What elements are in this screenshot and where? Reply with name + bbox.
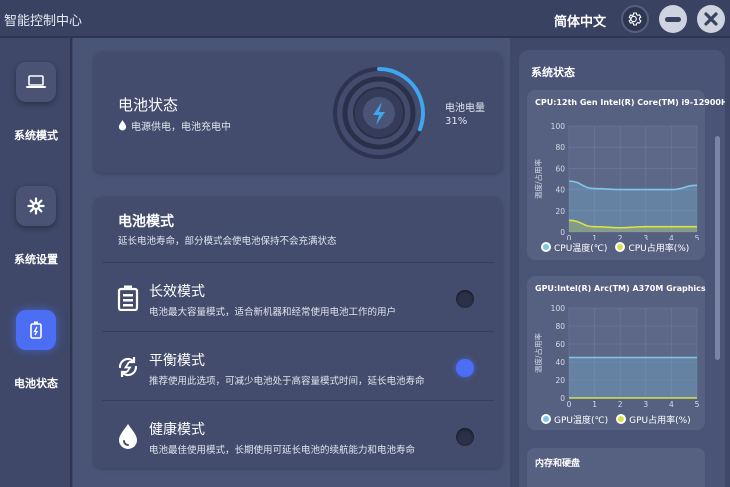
battery-icon <box>30 321 42 339</box>
sidebar-item-label: 电池状态 <box>14 377 58 390</box>
legend-item[interactable]: CPU温度(℃) <box>541 241 607 254</box>
x-tick-label: 2 <box>618 400 623 409</box>
mode-name: 长效模式 <box>149 284 205 300</box>
y-tick-label: 20 <box>555 207 565 216</box>
gear-icon <box>27 197 45 215</box>
mode-description: 电池最大容量模式，适合新机器和经常使用电池工作的用户 <box>149 307 397 318</box>
battery-level-ring <box>333 67 425 159</box>
legend-item[interactable]: GPU占用率(%) <box>616 413 691 426</box>
x-tick-label: 3 <box>643 400 648 409</box>
battery-status-subtitle: 电源供电，电池充电中 <box>118 118 231 133</box>
gpu-chart-title: GPU:Intel(R) Arc(TM) A370M Graphics <box>535 284 706 293</box>
y-tick-label: 40 <box>555 358 565 367</box>
system-status-panel: 系统状态 CPU:12th Gen Intel(R) Core(TM) i9-1… <box>519 50 725 487</box>
battery-full-icon <box>117 285 139 311</box>
battery-mode-subtitle: 延长电池寿命，部分模式会使电池保持不会充满状态 <box>118 236 337 247</box>
sidebar-icon-wrap[interactable] <box>16 186 56 226</box>
sidebar-item-label: 系统设置 <box>14 253 58 266</box>
drop-icon <box>118 120 127 131</box>
mode-name: 平衡模式 <box>149 353 205 369</box>
legend-swatch-icon <box>616 414 627 424</box>
close-button[interactable] <box>697 5 725 33</box>
y-axis-label: 温度/占用率 <box>533 332 543 373</box>
minimize-icon <box>665 16 681 22</box>
title-bar: 智能控制中心 简体中文 <box>0 0 730 38</box>
battery-mode-card: 电池模式 延长电池寿命，部分模式会使电池保持不会充满状态 长效模式 电池最大容量… <box>94 197 502 468</box>
legend-item[interactable]: GPU温度(℃) <box>541 413 608 426</box>
scrollbar[interactable] <box>715 136 720 360</box>
cpu-chart-card: CPU:12th Gen Intel(R) Core(TM) i9-12900H… <box>527 90 725 260</box>
cpu-line-chart: 0 20 40 60 80 100 0 1 2 3 4 5 温度/占用率 <box>533 122 700 240</box>
legend-item[interactable]: CPU占用率(%) <box>615 241 689 254</box>
mode-option-health[interactable]: 健康模式 电池最佳使用模式，长期使用可延长电池的续航能力和电池寿命 <box>94 401 502 469</box>
battery-source-text: 电源供电，电池充电中 <box>131 122 231 133</box>
battery-status-card: 电池状态 电源供电，电池充电中 电池电量 31% <box>94 52 502 173</box>
gpu-chart-card: GPU:Intel(R) Arc(TM) A370M Graphics 0 20 4… <box>527 276 706 430</box>
laptop-icon <box>26 75 46 88</box>
x-tick-label: 1 <box>592 400 597 409</box>
legend-swatch-icon <box>541 414 551 424</box>
mode-option-balanced[interactable]: 平衡模式 推荐使用此选项，可减少电池处于高容量模式时间，延长电池寿命 <box>94 332 502 400</box>
battery-status-title: 电池状态 <box>118 96 179 114</box>
y-tick-label: 60 <box>555 164 565 173</box>
memory-disk-title: 内存和硬盘 <box>535 459 581 469</box>
y-tick-label: 0 <box>560 228 565 237</box>
mode-description: 推荐使用此选项，可减少电池处于高容量模式时间，延长电池寿命 <box>149 376 425 387</box>
drop-icon <box>119 424 137 449</box>
sidebar-icon-wrap[interactable] <box>16 62 56 102</box>
mode-name: 健康模式 <box>149 422 205 438</box>
y-tick-label: 100 <box>551 122 566 131</box>
legend-swatch-icon <box>541 242 551 252</box>
memory-disk-card: 内存和硬盘 <box>527 448 705 487</box>
mode-radio[interactable] <box>456 359 474 377</box>
legend-label: GPU占用率(%) <box>629 416 691 426</box>
language-selector[interactable]: 简体中文 <box>554 11 606 30</box>
settings-button[interactable] <box>621 5 649 33</box>
gear-icon <box>628 12 642 26</box>
x-tick-label: 4 <box>669 234 674 240</box>
x-tick-label: 4 <box>669 400 674 409</box>
y-tick-label: 60 <box>555 340 565 349</box>
legend-label: CPU占用率(%) <box>628 244 690 254</box>
battery-mode-title: 电池模式 <box>118 214 174 230</box>
y-tick-label: 100 <box>551 304 566 313</box>
close-icon <box>704 12 718 26</box>
y-tick-label: 20 <box>555 376 565 385</box>
gpu-line-chart: 0 20 40 60 80 100 0 1 2 3 4 5 温度/占用率 <box>533 304 700 409</box>
right-panel: 系统状态 CPU:12th Gen Intel(R) Core(TM) i9-1… <box>511 38 730 487</box>
x-tick-label: 0 <box>567 234 572 240</box>
sidebar-item-label: 系统模式 <box>14 129 58 142</box>
balance-icon <box>118 357 138 377</box>
cpu-chart-title: CPU:12th Gen Intel(R) Core(TM) i9-12900H <box>535 98 725 107</box>
y-tick-label: 80 <box>555 322 565 331</box>
cpu-chart-legend: CPU温度(℃) CPU占用率(%) <box>541 241 689 254</box>
y-tick-label: 40 <box>555 186 565 195</box>
x-tick-label: 2 <box>618 234 623 240</box>
battery-level-value: 31% <box>445 116 468 127</box>
y-axis-label: 温度/占用率 <box>533 158 543 199</box>
x-tick-label: 5 <box>695 234 700 240</box>
mode-radio[interactable] <box>456 428 474 446</box>
series-area <box>569 357 697 398</box>
y-tick-label: 0 <box>560 394 565 403</box>
mode-option-longevity[interactable]: 长效模式 电池最大容量模式，适合新机器和经常使用电池工作的用户 <box>94 263 502 331</box>
mode-radio[interactable] <box>456 290 474 308</box>
y-tick-label: 80 <box>555 143 565 152</box>
sidebar-icon-wrap[interactable] <box>16 310 56 350</box>
gpu-chart-legend: GPU温度(℃) GPU占用率(%) <box>541 413 691 426</box>
battery-level-label: 电池电量 <box>445 103 485 114</box>
x-tick-label: 3 <box>643 234 648 240</box>
legend-label: CPU温度(℃) <box>554 244 608 254</box>
app-title: 智能控制中心 <box>4 14 83 29</box>
minimize-button[interactable] <box>659 5 687 33</box>
sidebar: 系统模式 系统设置 电池状态 <box>0 38 72 487</box>
system-status-title: 系统状态 <box>531 66 575 79</box>
x-tick-label: 0 <box>567 400 572 409</box>
legend-swatch-icon <box>615 242 626 252</box>
x-tick-label: 5 <box>695 400 700 409</box>
x-tick-label: 1 <box>592 234 597 240</box>
main-content: 电池状态 电源供电，电池充电中 电池电量 31% 电池模式 延长电池寿命，部分模… <box>73 38 510 487</box>
legend-label: GPU温度(℃) <box>554 416 609 426</box>
mode-description: 电池最佳使用模式，长期使用可延长电池的续航能力和电池寿命 <box>149 445 416 456</box>
